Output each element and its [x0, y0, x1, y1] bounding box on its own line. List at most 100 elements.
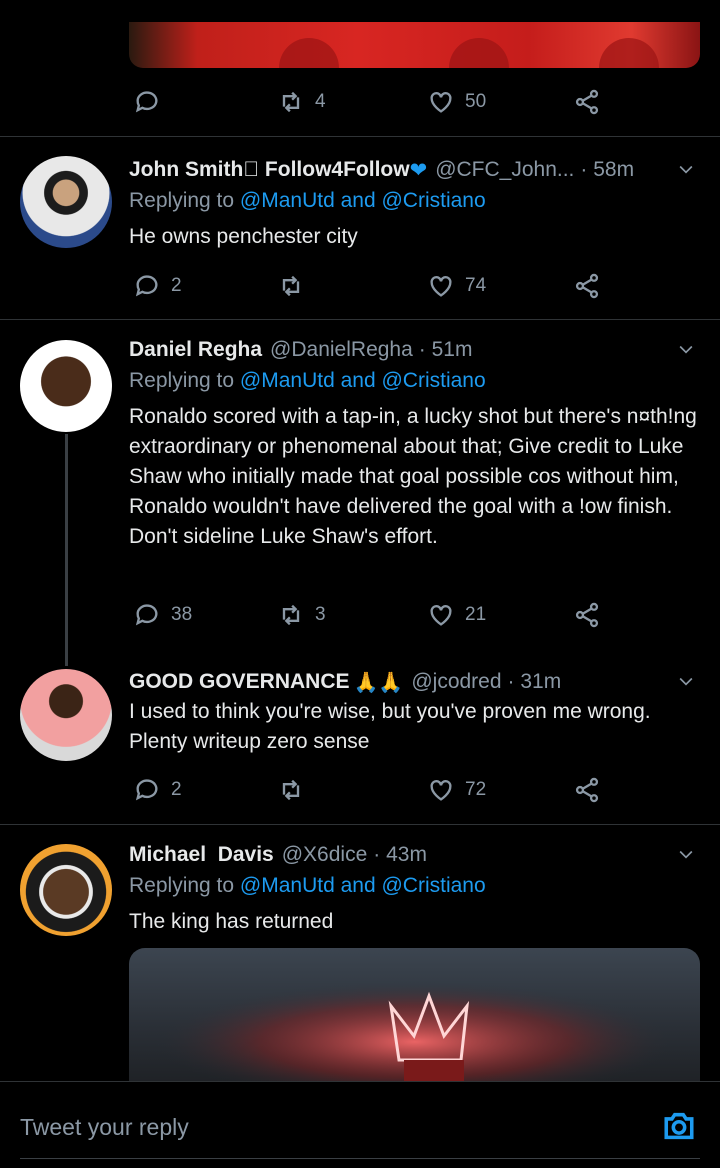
- tweet-text: He owns penchester city: [129, 225, 358, 248]
- reply-count: 38: [171, 604, 193, 625]
- timestamp: · 43m: [373, 843, 427, 866]
- reply-icon: [135, 604, 158, 626]
- retweet-count: 4: [315, 91, 326, 112]
- mention-manutd[interactable]: @ManUtd: [240, 874, 335, 897]
- tweet-header: GOOD GOVERNANCE 🙏🙏 @jcodred · 31m: [129, 667, 700, 697]
- retweet-count: 3: [315, 604, 326, 625]
- tweet-media-image[interactable]: [129, 22, 700, 68]
- retweet-icon: [282, 275, 300, 297]
- like-button[interactable]: 72: [427, 775, 486, 805]
- reply-input[interactable]: Tweet your reply: [20, 1114, 189, 1141]
- like-icon: [430, 92, 452, 113]
- replying-to: Replying to @ManUtd and @Cristiano: [129, 874, 486, 898]
- replying-prefix: Replying to: [129, 369, 240, 392]
- replying-prefix: Replying to: [129, 189, 240, 212]
- replying-to: Replying to @ManUtd and @Cristiano: [129, 369, 486, 393]
- retweet-button[interactable]: 4: [277, 87, 326, 117]
- like-icon: [430, 605, 452, 626]
- tweet-header: Daniel Regha @DanielRegha · 51m: [129, 335, 700, 365]
- tweet-header: Michael Davis @X6dice · 43m: [129, 840, 700, 870]
- camera-icon: [664, 1112, 694, 1140]
- timestamp: · 51m: [418, 338, 473, 361]
- tweet-actions: 4 50: [133, 87, 613, 117]
- like-count: 74: [465, 275, 487, 296]
- reply-input-underline: [20, 1158, 700, 1159]
- reply-count: 2: [171, 275, 182, 296]
- chevron-down-icon: [679, 850, 693, 859]
- reply-button[interactable]: 38: [133, 600, 192, 630]
- tweet-menu-button[interactable]: [676, 844, 696, 864]
- retweet-button[interactable]: [277, 271, 315, 301]
- mention-manutd[interactable]: @ManUtd: [240, 189, 335, 212]
- share-button[interactable]: [573, 87, 601, 117]
- mention-cristiano[interactable]: @Cristiano: [381, 369, 485, 392]
- avatar[interactable]: [20, 844, 112, 936]
- tweet-actions: 2 72: [133, 775, 613, 805]
- praying-hands-emoji: 🙏🙏: [353, 671, 404, 694]
- mention-and: and: [334, 874, 382, 897]
- camera-button[interactable]: [662, 1109, 696, 1143]
- chevron-down-icon: [679, 345, 693, 354]
- display-name[interactable]: GOOD GOVERNANCE: [129, 670, 350, 694]
- tweet-daniel-regha[interactable]: Daniel Regha @DanielRegha · 51m Replying…: [0, 319, 720, 659]
- retweet-button[interactable]: 3: [277, 600, 326, 630]
- like-count: 21: [465, 604, 487, 625]
- display-name[interactable]: Daniel Regha: [129, 338, 262, 362]
- tweet-header: John Smith  Follow4Follow ❤ @CFC_John...…: [129, 155, 700, 185]
- like-button[interactable]: 50: [427, 87, 486, 117]
- reply-button[interactable]: [133, 87, 171, 117]
- mention-and: and: [334, 369, 382, 392]
- like-count: 50: [465, 91, 487, 112]
- tweet-text: The king has returned: [129, 910, 334, 933]
- tweet-actions: 38 3 21: [133, 600, 613, 630]
- tweet-good-governance[interactable]: GOOD GOVERNANCE 🙏🙏 @jcodred · 31m I used…: [0, 659, 720, 824]
- mention-manutd[interactable]: @ManUtd: [240, 369, 335, 392]
- handle[interactable]: @jcodred: [411, 670, 501, 694]
- avatar[interactable]: [20, 156, 112, 248]
- retweet-button[interactable]: [277, 775, 315, 805]
- display-name[interactable]: Michael Davis: [129, 843, 274, 867]
- tweet-menu-button[interactable]: [676, 159, 696, 179]
- like-icon: [430, 780, 452, 801]
- tweet-actions: 2 74: [133, 271, 613, 301]
- replying-to: Replying to @ManUtd and @Cristiano: [129, 189, 486, 213]
- handle[interactable]: @CFC_John...: [435, 158, 574, 182]
- replying-prefix: Replying to: [129, 874, 240, 897]
- mention-and: and: [334, 189, 382, 212]
- timestamp: · 58m: [580, 158, 635, 181]
- display-name[interactable]: John Smith  Follow4Follow: [129, 158, 410, 182]
- share-icon: [575, 777, 599, 803]
- crown-image: [129, 948, 700, 1082]
- share-button[interactable]: [573, 775, 601, 805]
- chevron-down-icon: [679, 165, 693, 174]
- reply-count: 2: [171, 779, 182, 800]
- handle[interactable]: @X6dice: [282, 843, 368, 867]
- reply-button[interactable]: 2: [133, 271, 182, 301]
- blue-heart-emoji: ❤: [409, 158, 428, 182]
- tweet-text: Ronaldo scored with a tap-in, a lucky sh…: [129, 405, 697, 548]
- mention-cristiano[interactable]: @Cristiano: [381, 874, 485, 897]
- like-button[interactable]: 21: [427, 600, 486, 630]
- share-button[interactable]: [573, 271, 601, 301]
- tweet-text: I used to think you're wise, but you've …: [129, 700, 651, 753]
- share-icon: [575, 602, 599, 628]
- reply-button[interactable]: 2: [133, 775, 182, 805]
- reply-icon: [135, 275, 158, 297]
- tweet-media-image[interactable]: [129, 948, 700, 1082]
- mention-cristiano[interactable]: @Cristiano: [381, 189, 485, 212]
- avatar[interactable]: [20, 669, 112, 761]
- tweet-menu-button[interactable]: [676, 671, 696, 691]
- chevron-down-icon: [679, 677, 693, 686]
- retweet-icon: [282, 779, 300, 801]
- share-icon: [575, 273, 599, 299]
- like-icon: [430, 276, 452, 297]
- like-button[interactable]: 74: [427, 271, 486, 301]
- share-icon: [575, 89, 599, 115]
- reply-icon: [135, 779, 158, 801]
- avatar[interactable]: [20, 340, 112, 432]
- reply-icon: [135, 91, 158, 113]
- tweet-john-smith[interactable]: John Smith  Follow4Follow ❤ @CFC_John...…: [0, 136, 720, 319]
- share-button[interactable]: [573, 600, 601, 630]
- tweet-menu-button[interactable]: [676, 339, 696, 359]
- handle[interactable]: @DanielRegha: [270, 338, 413, 362]
